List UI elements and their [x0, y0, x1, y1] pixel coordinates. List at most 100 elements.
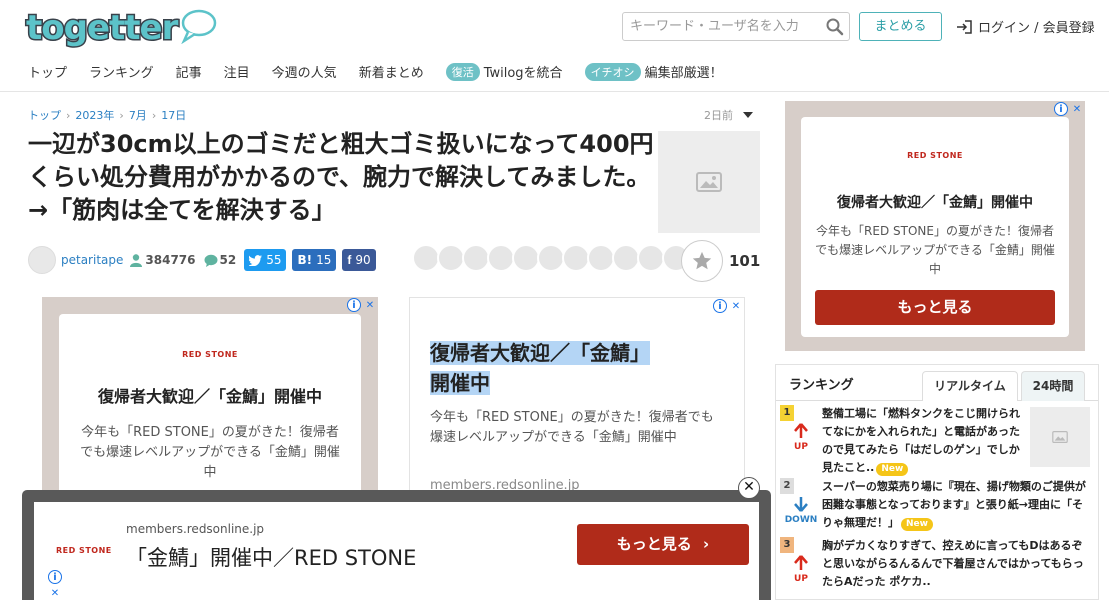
favorite-button[interactable] [681, 240, 723, 282]
nav-top[interactable]: トップ [28, 62, 67, 81]
brand-logo: RED STONE [56, 546, 112, 555]
rank-trend: UP [784, 555, 818, 584]
ad-close-icon[interactable]: ✕ [1070, 102, 1084, 116]
ad-choices[interactable]: i ✕ [713, 299, 743, 313]
rank-number: 1 [780, 405, 794, 421]
author-name[interactable]: petaritape [61, 253, 123, 267]
article-meta: petaritape 384776 52 55 B! 15 f 90 [28, 245, 382, 275]
twilog-label: Twilogを統合 [483, 66, 563, 81]
nav-ranking[interactable]: ランキング [89, 62, 154, 81]
nav-articles[interactable]: 記事 [176, 62, 202, 81]
fav-user-avatar[interactable] [437, 244, 465, 272]
ad-body: 今年も「RED STONE」の夏がきた！復帰者でも爆速レベルアップができる「金鯖… [80, 425, 340, 480]
breadcrumb-year[interactable]: 2023年 [75, 107, 114, 123]
ad-more-button[interactable]: もっと見る › [577, 524, 749, 565]
ad-more-button[interactable]: もっと見る [815, 290, 1055, 325]
tab-realtime[interactable]: リアルタイム [922, 371, 1018, 401]
ad-banner-right[interactable]: i ✕ 復帰者大歓迎／「金鯖」 開催中 今年も「RED STONE」の夏がきた！… [409, 297, 745, 497]
article-thumbnail[interactable] [658, 131, 760, 233]
ranking-item[interactable]: 2 DOWN スーパーの惣菜売り場に『現在、揚げ物類のご提供が困難な事態となって… [776, 476, 1098, 538]
ad-banner-left[interactable]: i ✕ RED STONE 復帰者大歓迎／「金鯖」開催中 今年も「RED STO… [42, 297, 378, 504]
login-link[interactable]: ログイン / 会員登録 [956, 17, 1095, 36]
ad-close-icon[interactable]: ✕ [729, 299, 743, 313]
new-badge: New [901, 518, 933, 531]
fav-user-avatar[interactable] [512, 244, 540, 272]
sidebar-ad[interactable]: i ✕ RED STONE 復帰者大歓迎／「金鯖」開催中 今年も「RED STO… [785, 101, 1085, 351]
search-icon[interactable] [825, 17, 845, 37]
ad-info-icon[interactable]: i [713, 299, 727, 313]
facebook-share-button[interactable]: f 90 [342, 249, 376, 271]
nav-featured[interactable]: 注目 [224, 62, 250, 81]
ranking-item[interactable]: 3 UP 胸がデカくなりすぎて、控えめに言ってもDはあるぞと思いながらるんるんで… [776, 535, 1098, 597]
favorited-users [412, 244, 702, 274]
nav-new-matome[interactable]: 新着まとめ [359, 62, 424, 81]
rank-item-title: 胸がデカくなりすぎて、控えめに言ってもDはあるぞと思いながらるんるんで下着屋さん… [822, 539, 1084, 588]
ad-info-icon[interactable]: i [1054, 102, 1068, 116]
ad-info-icon[interactable]: i [347, 298, 361, 312]
ad-url: members.redsonline.jp [126, 522, 265, 536]
ad-choices[interactable]: i ✕ [347, 298, 377, 312]
fav-user-avatar[interactable] [462, 244, 490, 272]
editor-pick-label: 編集部厳選！ [644, 66, 723, 81]
view-count-value: 384776 [145, 253, 196, 267]
nav-weekly-popular[interactable]: 今週の人気 [272, 62, 337, 81]
ad-headline-part1: 復帰者大歓迎／「金鯖」 [430, 341, 650, 365]
ad-close-icon[interactable]: ✕ [48, 586, 62, 600]
brand-logo: RED STONE [907, 151, 963, 160]
ranking-item[interactable]: 1 UP 整備工場に「燃料タンクをこじ開けられてなにかを入れられた」と電話があっ… [776, 403, 1098, 476]
breadcrumb-day[interactable]: 17日 [161, 107, 186, 123]
comment-count[interactable]: 52 [204, 253, 237, 267]
post-age[interactable]: 2日前 [704, 107, 753, 123]
anchor-ad-content[interactable]: RED STONE members.redsonline.jp 「金鯖」開催中／… [34, 502, 759, 600]
rank-item-text: 整備工場に「燃料タンクをこじ開けられてなにかを入れられた」と電話があったので見て… [822, 407, 1020, 474]
ad-close-icon[interactable]: ✕ [363, 298, 377, 312]
fav-user-avatar[interactable] [612, 244, 640, 272]
main-nav: トップ ランキング 記事 注目 今週の人気 新着まとめ 復活 Twilogを統合… [28, 62, 745, 81]
fav-user-avatar[interactable] [412, 244, 440, 272]
arrow-down-icon [794, 497, 808, 512]
search-input[interactable] [623, 13, 823, 40]
hatena-bookmark-button[interactable]: B! 15 [292, 249, 337, 271]
ad-headline: 復帰者大歓迎／「金鯖」開催中 [97, 387, 322, 406]
breadcrumb-month[interactable]: 7月 [129, 107, 147, 123]
togetter-logo[interactable]: togetter [24, 6, 217, 50]
create-matome-button[interactable]: まとめる [859, 12, 942, 41]
breadcrumb: トップ › 2023年 › 7月 › 17日 [28, 107, 186, 123]
ranking-title: ランキング [789, 378, 854, 393]
breadcrumb-separator: › [151, 108, 157, 122]
fav-user-avatar[interactable] [637, 244, 665, 272]
facebook-icon: f [347, 253, 352, 267]
ad-body: 今年も「RED STONE」の夏がきた！復帰者でも爆速レベルアップができる「金鯖… [815, 224, 1055, 276]
rank-trend-label: DOWN [784, 515, 818, 525]
anchor-close-button[interactable]: ✕ [738, 477, 760, 499]
rank-item-title: 整備工場に「燃料タンクをこじ開けられてなにかを入れられた」と電話があったので見て… [822, 405, 1028, 477]
ad-choices[interactable]: i ✕ [1054, 102, 1084, 116]
favorite-count: 101 [729, 252, 761, 270]
tab-24h[interactable]: 24時間 [1021, 371, 1085, 401]
nav-editor-pick[interactable]: イチオシ 編集部厳選！ [584, 62, 723, 81]
nav-twilog[interactable]: 復活 Twilogを統合 [445, 62, 563, 81]
ad-info-icon[interactable]: i [48, 570, 62, 584]
twitter-share-button[interactable]: 55 [244, 249, 287, 271]
fav-user-avatar[interactable] [537, 244, 565, 272]
comment-count-value: 52 [219, 253, 237, 267]
facebook-share-count: 90 [355, 253, 371, 267]
fav-user-avatar[interactable] [487, 244, 515, 272]
ad-choices[interactable]: i ✕ [48, 570, 62, 600]
breadcrumb-top[interactable]: トップ [28, 107, 61, 123]
chevron-right-icon: › [703, 535, 710, 553]
rank-trend: DOWN [784, 496, 818, 525]
login-label: ログイン / 会員登録 [978, 21, 1095, 36]
author-avatar[interactable] [28, 246, 56, 274]
rank-item-text: スーパーの惣菜売り場に『現在、揚げ物類のご提供が困難な事態となっております』と張… [822, 480, 1086, 529]
twitter-share-count: 55 [266, 253, 282, 267]
site-header: togetter まとめる ログイン / 会員登録 トップ ランキング 記事 注… [0, 0, 1109, 92]
rank-number: 3 [780, 537, 794, 553]
ad-headline: 「金鯖」開催中／RED STONE [126, 546, 417, 570]
fav-user-avatar[interactable] [587, 244, 615, 272]
rank-thumbnail[interactable] [1030, 407, 1090, 467]
ad-headline-part2: 開催中 [430, 371, 490, 395]
arrow-up-icon [794, 555, 808, 570]
fav-user-avatar[interactable] [562, 244, 590, 272]
ad-body: 今年も「RED STONE」の夏がきた！復帰者でも爆速レベルアップができる「金鯖… [430, 410, 714, 445]
